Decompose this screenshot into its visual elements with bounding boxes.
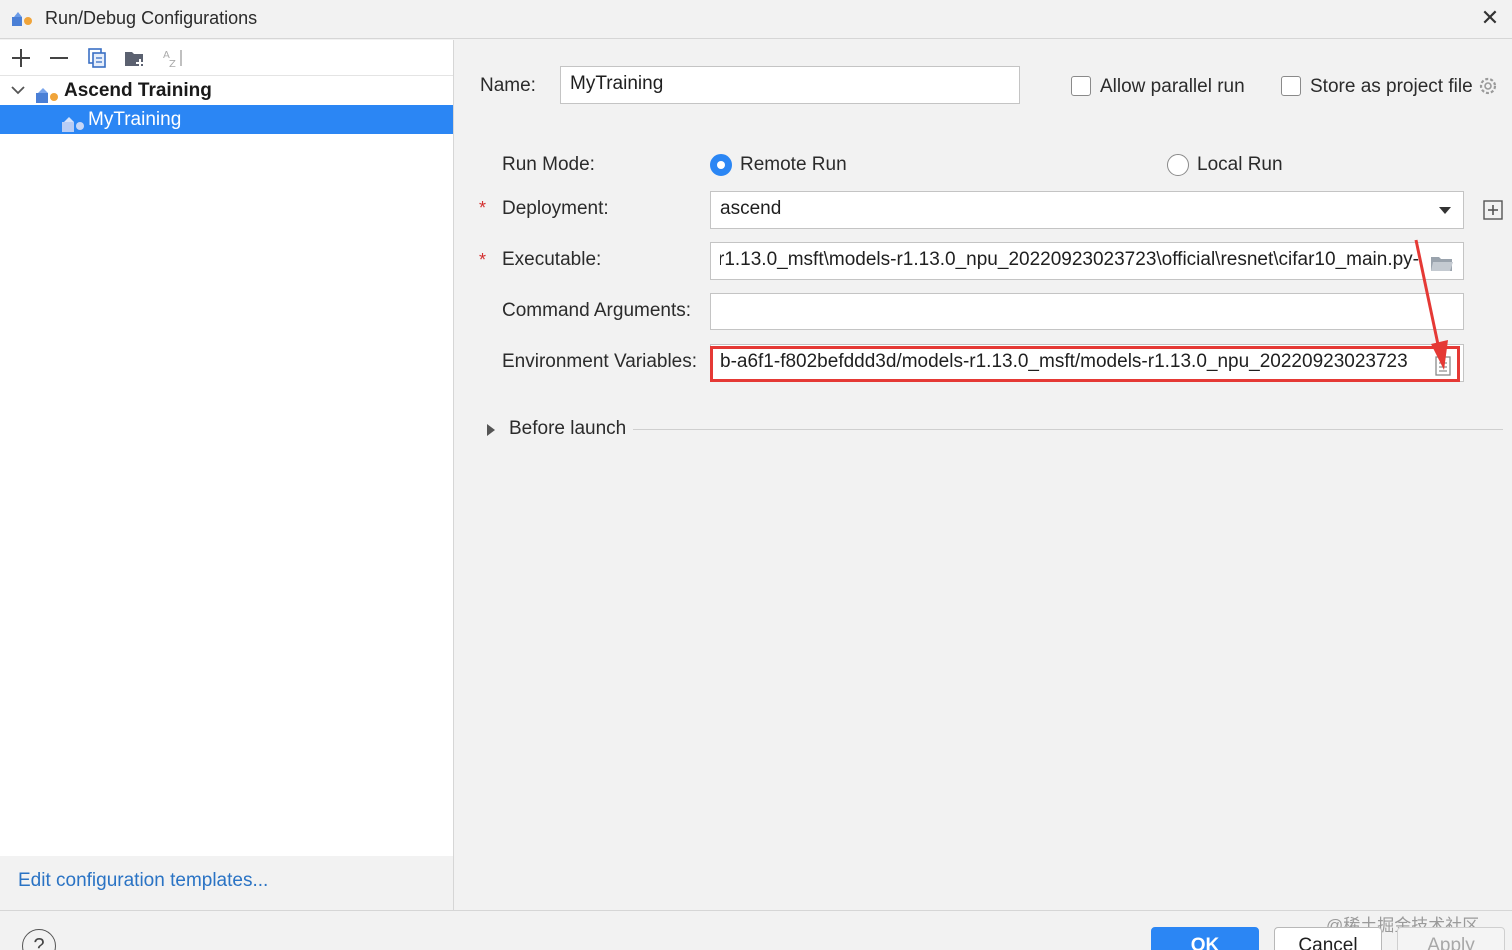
command-args-label: Command Arguments: (502, 300, 692, 321)
tree-group-label: Ascend Training (64, 80, 212, 101)
window-title: Run/Debug Configurations (45, 8, 258, 28)
executable-field[interactable]: -r1.13.0_msft\models-r1.13.0_npu_2022092… (710, 242, 1464, 280)
name-field[interactable]: MyTraining (560, 66, 1020, 104)
required-mark: * (479, 250, 487, 270)
chevron-down-icon[interactable] (1437, 192, 1453, 228)
add-deployment-icon[interactable] (1483, 200, 1503, 225)
sort-alpha-icon[interactable]: AZ (161, 46, 185, 70)
local-run-radio[interactable] (1167, 154, 1189, 176)
annotation-arrow (1414, 239, 1448, 370)
allow-parallel-checkbox[interactable] (1071, 76, 1091, 96)
new-folder-icon[interactable] (123, 46, 147, 70)
store-project-checkbox[interactable] (1281, 76, 1301, 96)
env-vars-label: Environment Variables: (502, 351, 698, 372)
deployment-value: ascend (720, 198, 782, 219)
run-config-app-icon (11, 9, 35, 34)
allow-parallel-label[interactable]: Allow parallel run (1100, 76, 1245, 98)
left-footer: Edit configuration templates... (0, 856, 453, 910)
run-mode-label: Run Mode: (502, 154, 595, 175)
tree-item-label: MyTraining (88, 109, 182, 130)
add-icon[interactable] (9, 46, 33, 70)
expand-arrow-icon[interactable] (485, 422, 497, 443)
required-mark: * (479, 198, 487, 218)
svg-text:Z: Z (169, 59, 176, 69)
local-run-label[interactable]: Local Run (1197, 154, 1283, 176)
env-vars-field[interactable]: b-a6f1-f802befddd3d/models-r1.13.0_msft/… (710, 344, 1464, 382)
store-project-label[interactable]: Store as project file (1310, 76, 1473, 98)
remove-icon[interactable] (47, 46, 71, 70)
before-launch-label[interactable]: Before launch (509, 418, 626, 440)
copy-icon[interactable] (85, 46, 109, 70)
deployment-label: Deployment: (502, 198, 609, 219)
ok-button[interactable]: OK (1151, 927, 1259, 950)
title-bar: Run/Debug Configurations ✕ (0, 0, 1512, 39)
deployment-select[interactable]: ascend (710, 191, 1464, 229)
executable-label: Executable: (502, 249, 602, 270)
config-tree-panel: AZ Ascend Training MyTraining Edit confi… (0, 40, 454, 910)
config-toolbar: AZ (0, 40, 453, 76)
cancel-button[interactable]: Cancel (1274, 927, 1382, 950)
tree-group-ascend-training[interactable]: Ascend Training (0, 76, 453, 105)
apply-button[interactable]: Apply (1397, 927, 1505, 950)
tree-item-mytraining[interactable]: MyTraining (0, 105, 453, 134)
training-config-icon (61, 113, 87, 142)
executable-value: -r1.13.0_msft\models-r1.13.0_npu_2022092… (720, 249, 1419, 270)
divider (633, 429, 1503, 430)
edit-templates-link[interactable]: Edit configuration templates... (18, 870, 268, 892)
help-button[interactable]: ? (22, 929, 56, 950)
remote-run-label[interactable]: Remote Run (740, 154, 847, 176)
name-label: Name: (480, 75, 536, 96)
gear-icon[interactable] (1476, 74, 1500, 103)
config-form-panel: Name: MyTraining Allow parallel run Stor… (455, 40, 1512, 910)
command-args-field[interactable] (710, 293, 1464, 330)
close-icon[interactable]: ✕ (1478, 6, 1502, 30)
dialog-footer: ? @稀土掘金技术社区 OK Cancel Apply (0, 910, 1512, 950)
env-vars-value: b-a6f1-f802befddd3d/models-r1.13.0_msft/… (720, 351, 1408, 372)
remote-run-radio[interactable] (710, 154, 732, 176)
